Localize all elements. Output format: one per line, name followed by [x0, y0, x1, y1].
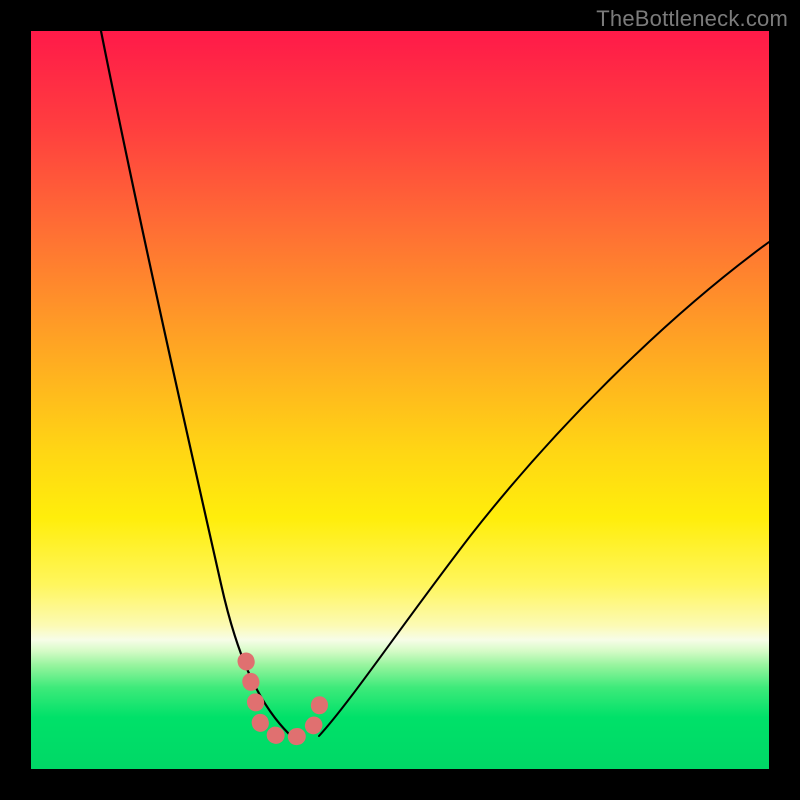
- chart-plot-area: [31, 31, 769, 769]
- curve-left: [101, 31, 289, 734]
- curve-right: [319, 242, 769, 736]
- valley-dots: [246, 661, 321, 737]
- chart-svg: [31, 31, 769, 769]
- chart-frame: TheBottleneck.com: [0, 0, 800, 800]
- watermark-text: TheBottleneck.com: [596, 6, 788, 32]
